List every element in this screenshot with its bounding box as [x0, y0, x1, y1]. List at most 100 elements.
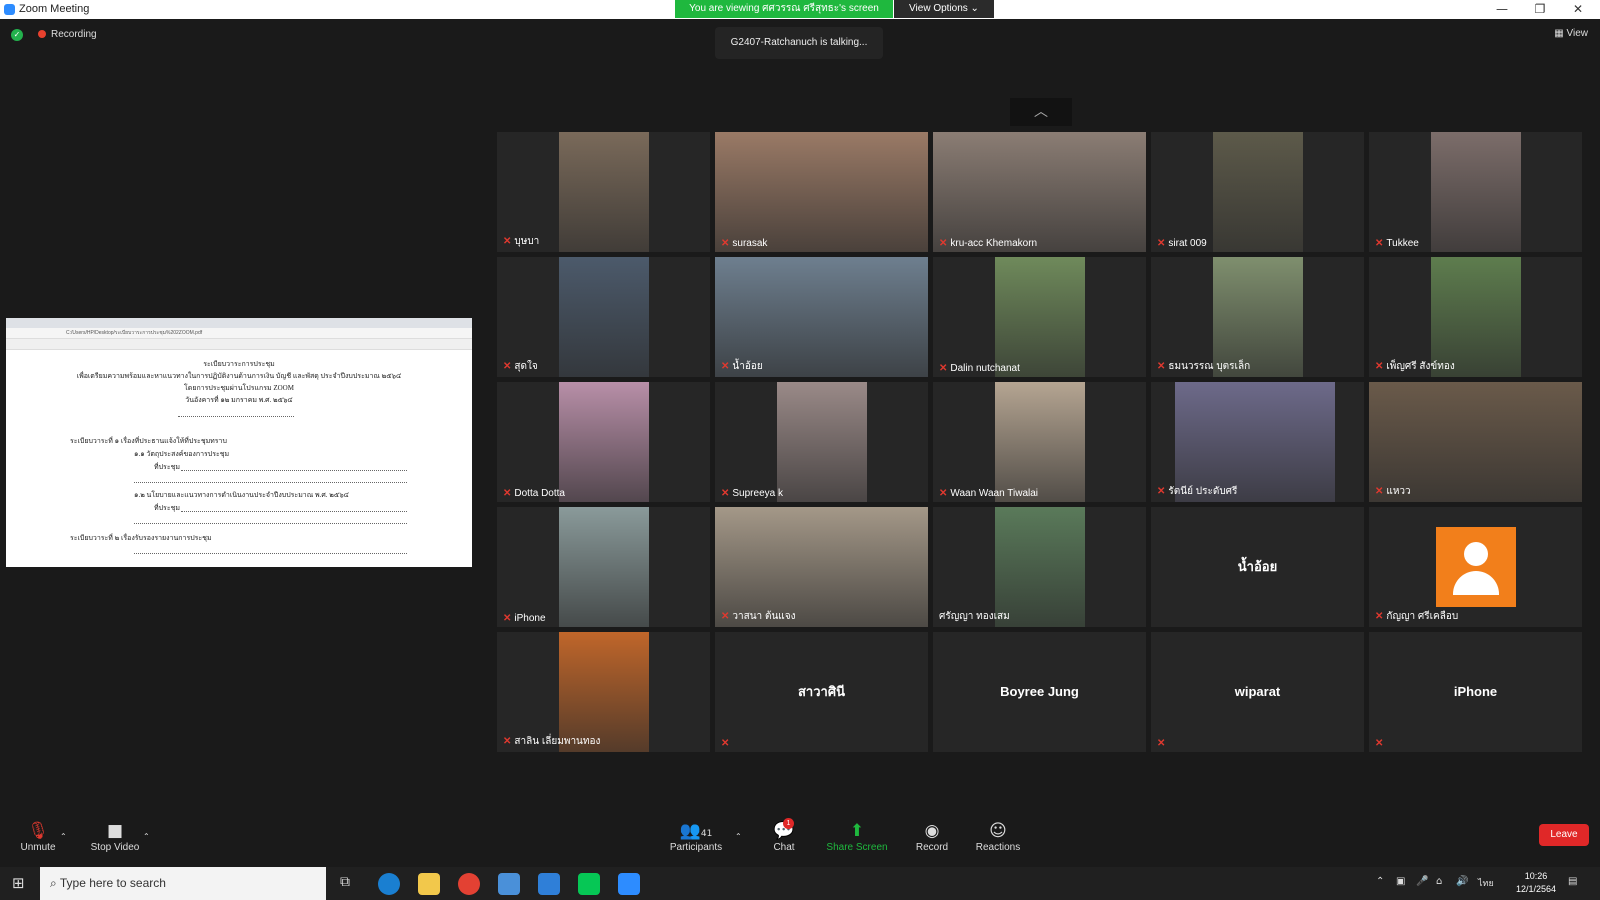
stop-video-button[interactable]: ■ Stop Video	[88, 820, 142, 853]
participant-video	[559, 257, 649, 377]
participant-tile[interactable]: ✕ Supreeya k	[715, 382, 928, 502]
participant-name-tag: ✕ สุดใจ	[503, 359, 538, 374]
participants-options-chevron[interactable]: ⌃	[735, 832, 742, 841]
participant-name-tag: ✕	[721, 738, 732, 749]
doc-line	[134, 482, 407, 483]
zoom-taskbar-icon[interactable]	[618, 873, 640, 895]
participant-tile[interactable]: สาวาศินี ✕	[715, 632, 928, 752]
view-options-button[interactable]: View Options ⌄	[894, 0, 994, 18]
participant-tile[interactable]: ✕ บุษบา	[497, 132, 710, 252]
clock-time: 10:26	[1524, 871, 1548, 881]
tray-mic-icon[interactable]: 🎤	[1416, 876, 1428, 887]
doc-divider	[178, 416, 294, 417]
share-screen-button[interactable]: ⬆ Share Screen	[826, 820, 888, 853]
recording-indicator[interactable]: Recording	[38, 29, 97, 40]
taskbar-search[interactable]: ⌕ Type here to search	[40, 867, 326, 900]
line-icon[interactable]	[578, 873, 600, 895]
video-options-chevron[interactable]: ⌃	[143, 832, 150, 841]
participant-name: บุษบา	[514, 236, 540, 247]
close-button[interactable]: ✕	[1566, 1, 1590, 17]
windows-start-icon[interactable]: ⊞	[12, 874, 25, 892]
participant-tile[interactable]: ✕ sirat 009	[1151, 132, 1364, 252]
participant-name: วาสนา ต้นแจง	[732, 611, 796, 622]
muted-mic-icon: ✕	[939, 488, 948, 499]
file-explorer-icon[interactable]	[418, 873, 440, 895]
participant-name-tag: ✕ Dalin nutchanat	[939, 363, 1020, 374]
participant-tile[interactable]: Boyree Jung	[933, 632, 1146, 752]
participant-tile[interactable]: ✕ รัตนีย์ ประดับศรี	[1151, 382, 1364, 502]
participant-tile[interactable]: ✕ Dotta Dotta	[497, 382, 710, 502]
participant-display-name: สาวาศินี	[798, 684, 845, 699]
participant-tile[interactable]: ศรัญญา ทองเสม	[933, 507, 1146, 627]
chrome-icon[interactable]	[458, 873, 480, 895]
muted-mic-icon: ✕	[503, 236, 512, 247]
tray-chevron-icon[interactable]: ⌃	[1376, 876, 1384, 887]
share-screen-label: Share Screen	[826, 842, 888, 853]
doc-agenda-1-2: ๑.๒ นโยบายและแนวทางการดำเนินงานประจำปีงบ…	[134, 491, 349, 499]
participant-tile[interactable]: ✕ กัญญา ศรีเคลือบ	[1369, 507, 1582, 627]
taskbar-clock[interactable]: 10:26 12/1/2564	[1516, 870, 1556, 896]
muted-mic-icon: ✕	[1375, 238, 1384, 249]
participant-tile[interactable]: ✕ Tukkee	[1369, 132, 1582, 252]
task-view-icon[interactable]: ⧉	[340, 874, 350, 890]
participant-tile[interactable]: ✕ kru-acc Khemakorn	[933, 132, 1146, 252]
participant-name: น้ำอ้อย	[732, 361, 763, 372]
network-icon[interactable]: ⌂	[1436, 876, 1442, 887]
audio-options-chevron[interactable]: ⌃	[60, 832, 67, 841]
participants-label: Participants	[669, 842, 723, 853]
search-icon: ⌕	[50, 876, 57, 890]
participant-tile[interactable]: ✕ เพ็ญศรี สังข์ทอง	[1369, 257, 1582, 377]
participant-tile[interactable]: ✕ สาลิน เลี่ยมพานทอง	[497, 632, 710, 752]
participant-tile[interactable]: ✕ สุดใจ	[497, 257, 710, 377]
participant-tile[interactable]: น้ำอ้อย	[1151, 507, 1364, 627]
participant-tile[interactable]: iPhone ✕	[1369, 632, 1582, 752]
edge-icon[interactable]	[378, 873, 400, 895]
restore-button[interactable]: ❐	[1528, 1, 1552, 17]
participant-tile[interactable]: ✕ แหวว	[1369, 382, 1582, 502]
participant-tile[interactable]: ✕ iPhone	[497, 507, 710, 627]
participant-tile[interactable]: ✕ น้ำอ้อย	[715, 257, 928, 377]
participant-name-tag: ✕ ธมนวรรณ บุตรเล็ก	[1157, 359, 1250, 374]
encryption-shield-icon[interactable]: ✓	[11, 29, 23, 41]
participant-video	[559, 507, 649, 627]
notifications-icon[interactable]: ▤	[1568, 876, 1577, 887]
view-button[interactable]: ▦ View	[1554, 28, 1588, 39]
unmute-button[interactable]: 🎙 Unmute	[18, 820, 58, 853]
participant-tile[interactable]: ✕ วาสนา ต้นแจง	[715, 507, 928, 627]
collapse-gallery-button[interactable]: ︿	[1010, 98, 1072, 126]
store-icon[interactable]	[498, 873, 520, 895]
participant-video	[559, 382, 649, 502]
input-language[interactable]: ไทย	[1478, 876, 1494, 890]
participant-name-tag: ✕	[1157, 738, 1168, 749]
muted-mic-icon: ✕	[939, 363, 948, 374]
participant-tile[interactable]: ✕ Dalin nutchanat	[933, 257, 1146, 377]
reactions-button[interactable]: ☺ Reactions	[975, 820, 1021, 853]
doc-line	[181, 511, 407, 512]
leave-button[interactable]: Leave	[1539, 824, 1589, 846]
participant-tile[interactable]: ✕ surasak	[715, 132, 928, 252]
participant-display-name: wiparat	[1234, 684, 1281, 699]
participant-name: ธมนวรรณ บุตรเล็ก	[1168, 361, 1251, 372]
shared-screen[interactable]: C:/Users/HP/Desktop/ระเบียบวาระการประชุม…	[6, 318, 472, 567]
record-button[interactable]: ◉ Record	[914, 820, 950, 853]
reactions-label: Reactions	[975, 842, 1021, 853]
doc-heading-3: โดยการประชุมผ่านโปรแกรม ZOOM	[184, 384, 294, 392]
participant-tile[interactable]: wiparat ✕	[1151, 632, 1364, 752]
participant-name: Dotta Dotta	[514, 488, 565, 499]
participant-display-name: Boyree Jung	[1000, 684, 1079, 699]
mail-icon[interactable]	[538, 873, 560, 895]
meeting-toolbar: 🎙 Unmute ⌃ ■ Stop Video ⌃ 👥41 Participants …	[0, 810, 1600, 867]
participants-button[interactable]: 👥41 Participants	[668, 820, 724, 853]
chevron-up-icon: ︿	[1034, 104, 1048, 120]
zoom-logo-icon	[4, 4, 15, 15]
participant-tile[interactable]: ✕ ธมนวรรณ บุตรเล็ก	[1151, 257, 1364, 377]
volume-icon[interactable]: 🔊	[1456, 876, 1468, 887]
muted-mic-icon: ✕	[721, 488, 730, 499]
tray-device-icon[interactable]: ▣	[1396, 876, 1405, 887]
muted-mic-icon: ✕	[503, 361, 512, 372]
doc-line	[134, 523, 407, 524]
participant-tile[interactable]: ✕ Waan Waan Tiwalai	[933, 382, 1146, 502]
chat-button[interactable]: 💬 1 Chat	[769, 818, 799, 853]
minimize-button[interactable]: —	[1490, 1, 1514, 17]
participants-icon: 👥41	[679, 821, 713, 841]
